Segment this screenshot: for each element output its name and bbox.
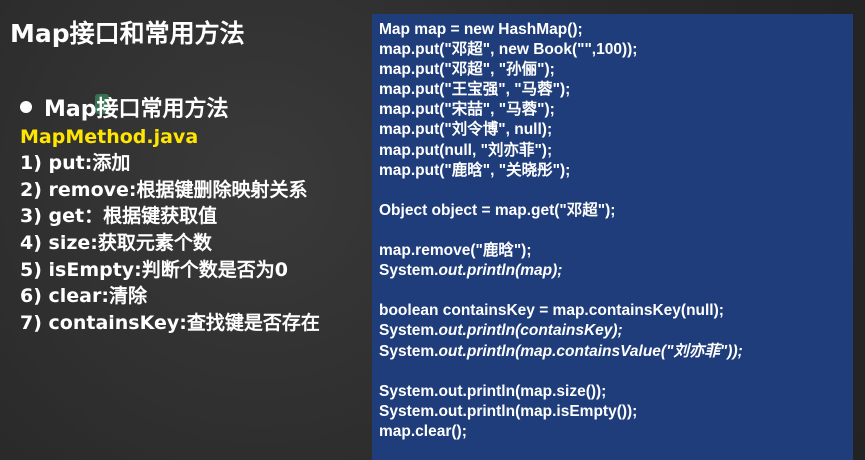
section-heading-text: Map接口常用方法 xyxy=(44,97,229,122)
code-text-italic: out.println(containsKey); xyxy=(438,322,623,340)
method-item-containskey: 7) containsKey:查找键是否存在 xyxy=(20,312,320,335)
method-item-remove: 2) remove:根据键删除映射关系 xyxy=(20,178,308,201)
code-text: System. xyxy=(379,342,439,360)
code-text: System. xyxy=(379,322,439,340)
code-line: map.put("邓超", new Book("",100)); xyxy=(379,41,638,59)
bullet-icon xyxy=(20,101,32,113)
code-line: map.put(null, "刘亦菲"); xyxy=(379,141,553,159)
file-name: MapMethod.java xyxy=(20,126,199,148)
code-panel: Map map = new HashMap(); map.put("邓超", n… xyxy=(372,14,853,460)
code-line: Object object = map.get("邓超"); xyxy=(379,201,616,219)
method-item-isempty: 5) isEmpty:判断个数是否为0 xyxy=(20,258,289,281)
code-text-italic: out.println(map.containsValue("刘亦菲")); xyxy=(438,342,743,360)
code-line: System.out.println(containsKey); xyxy=(379,321,853,341)
code-line: System.out.println(map.isEmpty()); xyxy=(379,402,638,420)
code-line: map.clear(); xyxy=(379,422,467,440)
code-line: map.put("宋喆", "马蓉"); xyxy=(379,101,555,119)
method-item-put: 1) put:添加 xyxy=(20,152,131,174)
code-text-italic: out.println(map); xyxy=(438,262,563,280)
code-line: boolean containsKey = map.containsKey(nu… xyxy=(379,302,724,320)
code-line: map.remove("鹿晗"); xyxy=(379,242,532,260)
code-line: System.out.println(map); xyxy=(379,261,853,281)
method-list: 1) put:添加 2) remove:根据键删除映射关系 3) get：根据键… xyxy=(20,150,320,337)
slide-title: Map接口和常用方法 xyxy=(10,19,245,48)
code-line: map.put("鹿晗", "关晓彤"); xyxy=(379,161,571,179)
code-line: map.put("刘令博", null); xyxy=(379,121,553,139)
method-list-section: Map接口常用方法 MapMethod.java 1) put:添加 2) re… xyxy=(20,92,320,337)
code-line: System.out.println(map.containsValue("刘亦… xyxy=(379,342,853,362)
section-heading: Map接口常用方法 xyxy=(20,92,320,122)
code-line: Map map = new HashMap(); xyxy=(379,21,583,38)
code-line: map.put("王宝强", "马蓉"); xyxy=(379,81,571,99)
method-item-get: 3) get：根据键获取值 xyxy=(20,205,218,228)
code-text: System. xyxy=(379,262,439,280)
code-line: map.put("邓超", "孙俪"); xyxy=(379,61,555,79)
method-item-size: 4) size:获取元素个数 xyxy=(20,232,212,255)
method-item-clear: 6) clear:清除 xyxy=(20,285,147,308)
code-line: System.out.println(map.size()); xyxy=(379,382,607,400)
